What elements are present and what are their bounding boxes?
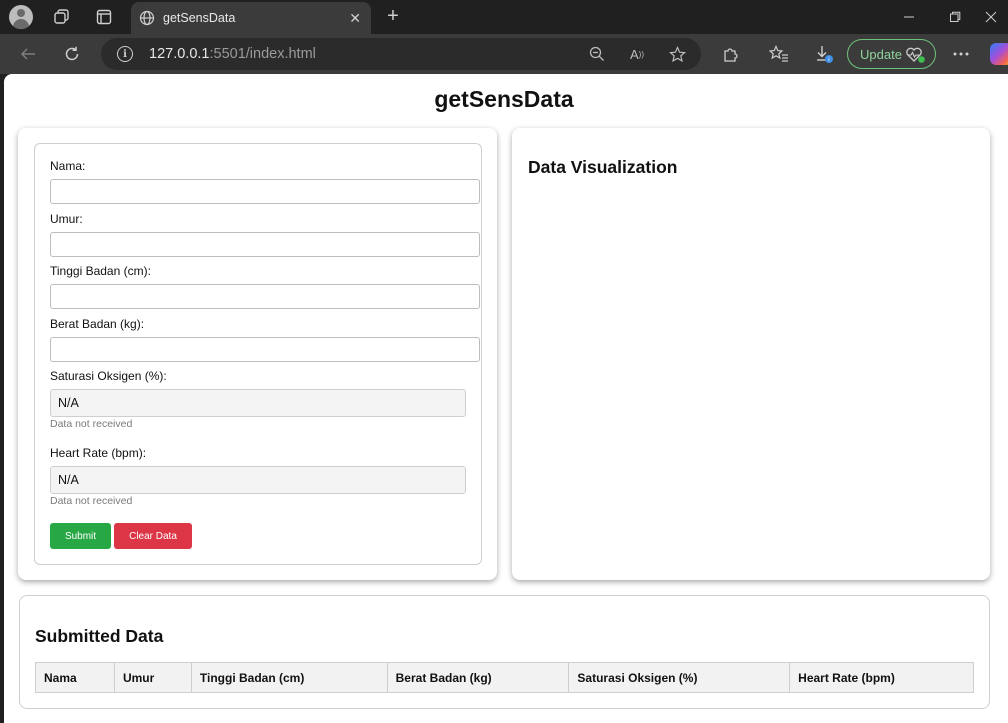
visualization-card: Data Visualization <box>512 128 990 580</box>
berat-badan-label: Berat Badan (kg): <box>50 317 145 331</box>
nama-label: Nama: <box>50 159 86 173</box>
column-header-nama: Nama <box>35 662 115 693</box>
heart-rate-field: N/A <box>50 466 466 494</box>
extensions-icon[interactable] <box>720 43 742 65</box>
submitted-data-title: Submitted Data <box>35 626 164 646</box>
saturasi-oksigen-label: Saturasi Oksigen (%): <box>50 369 167 383</box>
tinggi-badan-label: Tinggi Badan (cm): <box>50 264 151 278</box>
heart-rate-status: Data not received <box>50 495 133 507</box>
sensor-form: Nama: Umur: Tinggi Badan (cm): Berat Bad… <box>34 143 482 565</box>
berat-badan-input[interactable] <box>50 337 480 362</box>
restore-icon[interactable] <box>944 6 966 28</box>
downloads-icon[interactable]: i <box>813 43 835 65</box>
zoom-out-icon[interactable] <box>587 44 607 64</box>
column-header-berat-badan: Berat Badan (kg) <box>386 662 570 693</box>
saturasi-oksigen-field: N/A <box>50 389 466 417</box>
browser-toolbar: i 127.0.0.1:5501/index.html A)) i Update <box>0 34 1008 74</box>
heart-rate-label: Heart Rate (bpm): <box>50 446 147 460</box>
heart-pulse-icon <box>905 46 925 67</box>
browser-tabstrip: getSensData ✕ + <box>0 0 1008 34</box>
page-viewport: getSensData Nama: Umur: Tinggi Badan (cm… <box>4 74 1008 723</box>
reload-icon[interactable] <box>60 42 84 66</box>
workspaces-icon[interactable] <box>52 7 72 27</box>
window-close-icon[interactable] <box>980 6 1002 28</box>
nama-input[interactable] <box>50 179 480 204</box>
globe-icon <box>139 10 155 31</box>
column-header-heart-rate: Heart Rate (bpm) <box>789 662 974 693</box>
minimize-icon[interactable] <box>898 6 920 28</box>
new-tab-icon[interactable]: + <box>382 5 404 27</box>
favorite-star-icon[interactable] <box>667 44 687 64</box>
table-header-row: Nama Umur Tinggi Badan (cm) Berat Badan … <box>35 662 974 693</box>
umur-label: Umur: <box>50 212 83 226</box>
form-card: Nama: Umur: Tinggi Badan (cm): Berat Bad… <box>18 128 497 580</box>
info-icon[interactable]: i <box>117 46 133 62</box>
tab-actions-icon[interactable] <box>94 7 114 27</box>
update-button[interactable]: Update <box>847 39 936 69</box>
address-bar[interactable]: i 127.0.0.1:5501/index.html A)) <box>101 38 701 70</box>
page-title: getSensData <box>434 86 574 112</box>
visualization-title: Data Visualization <box>528 157 678 177</box>
browser-tab[interactable]: getSensData ✕ <box>131 2 371 34</box>
tab-title: getSensData <box>163 11 236 25</box>
profile-icon[interactable] <box>9 5 33 29</box>
saturasi-oksigen-status: Data not received <box>50 418 133 430</box>
back-icon[interactable] <box>16 42 40 66</box>
favorites-icon[interactable] <box>768 43 790 65</box>
submitted-data-panel: Submitted Data Nama Umur Tinggi Badan (c… <box>19 595 990 709</box>
umur-input[interactable] <box>50 232 480 257</box>
column-header-saturasi-oksigen: Saturasi Oksigen (%) <box>568 662 791 693</box>
submitted-data-table: Nama Umur Tinggi Badan (cm) Berat Badan … <box>35 662 974 693</box>
update-label: Update <box>860 46 902 62</box>
copilot-icon[interactable] <box>990 43 1008 65</box>
url-text: 127.0.0.1:5501/index.html <box>149 46 316 62</box>
more-icon[interactable] <box>950 42 972 66</box>
tab-close-icon[interactable]: ✕ <box>349 10 361 27</box>
column-header-tinggi-badan: Tinggi Badan (cm) <box>190 662 388 693</box>
read-aloud-icon[interactable]: A)) <box>627 44 647 64</box>
submit-button[interactable]: Submit <box>50 523 111 549</box>
clear-data-button[interactable]: Clear Data <box>114 523 192 549</box>
tinggi-badan-input[interactable] <box>50 284 480 309</box>
column-header-umur: Umur <box>113 662 192 693</box>
